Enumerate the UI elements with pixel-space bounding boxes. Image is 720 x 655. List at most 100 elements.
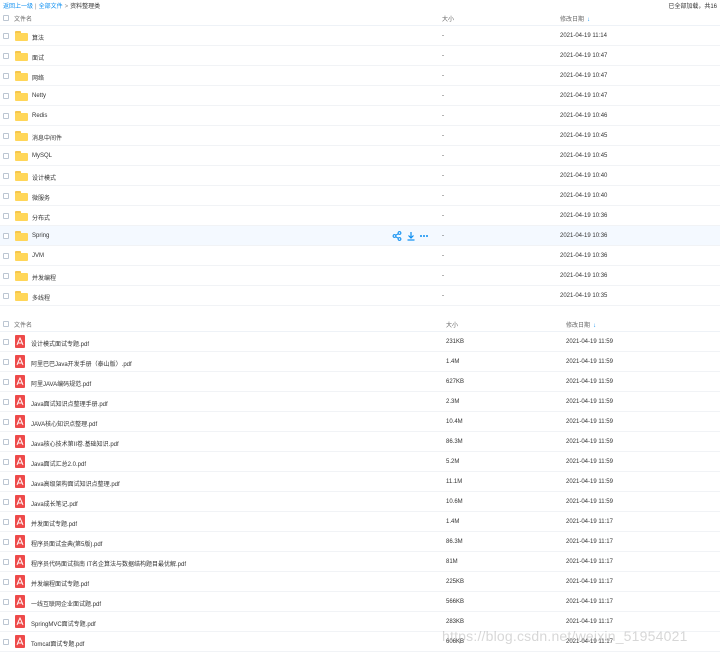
file-row[interactable]: 并发编程面试专题.pdf 225KB 2021-04-19 11:17 [0, 572, 720, 592]
file-row[interactable]: 设计模式面试专题.pdf 231KB 2021-04-19 11:59 [0, 332, 720, 352]
folder-row[interactable]: 消息中间件 - 2021-04-19 10:45 [0, 126, 720, 146]
row-checkbox[interactable] [3, 233, 9, 239]
folder-row[interactable]: Netty - 2021-04-19 10:47 [0, 86, 720, 106]
row-checkbox[interactable] [3, 293, 9, 299]
column-header-name[interactable]: 文件名 [14, 14, 32, 23]
file-name[interactable]: 程序员代码面试指南 IT名企算法与数据结构题目最优解.pdf [31, 559, 186, 568]
file-row[interactable]: 阿里巴巴Java开发手册（泰山版）.pdf 1.4M 2021-04-19 11:5… [0, 352, 720, 372]
file-name[interactable]: 并发面试专题.pdf [31, 519, 77, 528]
row-checkbox[interactable] [3, 539, 9, 545]
select-all-checkbox[interactable] [3, 15, 9, 21]
file-row[interactable]: 程序员代码面试指南 IT名企算法与数据结构题目最优解.pdf 81M 2021-04… [0, 552, 720, 572]
file-row[interactable]: Java成长笔记.pdf 10.6M 2021-04-19 11:59 [0, 492, 720, 512]
folder-row[interactable]: 多线程 - 2021-04-19 10:35 [0, 286, 720, 306]
file-row[interactable]: 阿里JAVA编码规范.pdf 627KB 2021-04-19 11:59 [0, 372, 720, 392]
folder-row[interactable]: 设计模式 - 2021-04-19 10:40 [0, 166, 720, 186]
folder-row[interactable]: Spring - 2021-04-19 10:36 [0, 226, 720, 246]
row-checkbox[interactable] [3, 153, 9, 159]
file-row[interactable]: 一线互联网企业面试题.pdf 566KB 2021-04-19 11:17 [0, 592, 720, 612]
column-header-date[interactable]: 修改日期 ↓ [560, 14, 590, 23]
file-name[interactable]: 程序员面试金典(第5版).pdf [31, 539, 102, 548]
row-checkbox[interactable] [3, 253, 9, 259]
column-header-size[interactable]: 大小 [442, 14, 454, 23]
column-header-name[interactable]: 文件名 [14, 320, 32, 329]
folder-name[interactable]: 算法 [32, 33, 44, 42]
folder-row[interactable]: JVM - 2021-04-19 10:36 [0, 246, 720, 266]
row-checkbox[interactable] [3, 359, 9, 365]
row-checkbox[interactable] [3, 73, 9, 79]
file-row[interactable]: 程序员面试金典(第5版).pdf 86.3M 2021-04-19 11:17 [0, 532, 720, 552]
file-name[interactable]: SpringMVC面试专题.pdf [31, 619, 96, 628]
folder-name[interactable]: 消息中间件 [32, 133, 62, 142]
row-checkbox[interactable] [3, 193, 9, 199]
column-header-date[interactable]: 修改日期 ↓ [566, 320, 596, 329]
select-all-checkbox[interactable] [3, 321, 9, 327]
row-checkbox[interactable] [3, 399, 9, 405]
folder-name[interactable]: Spring [32, 233, 49, 239]
folder-row[interactable]: Redis - 2021-04-19 10:46 [0, 106, 720, 126]
folder-name[interactable]: MySQL [32, 153, 52, 159]
row-checkbox[interactable] [3, 639, 9, 645]
file-row[interactable]: Java面试知识点整理手册.pdf 2.3M 2021-04-19 11:59 [0, 392, 720, 412]
more-icon[interactable] [419, 231, 429, 241]
row-checkbox[interactable] [3, 619, 9, 625]
row-checkbox[interactable] [3, 419, 9, 425]
folder-name[interactable]: 分布式 [32, 213, 50, 222]
file-name[interactable]: 设计模式面试专题.pdf [31, 339, 89, 348]
row-checkbox[interactable] [3, 173, 9, 179]
folder-name[interactable]: Redis [32, 113, 47, 119]
file-row[interactable]: JAVA核心知识点整理.pdf 10.4M 2021-04-19 11:59 [0, 412, 720, 432]
row-checkbox[interactable] [3, 93, 9, 99]
row-checkbox[interactable] [3, 273, 9, 279]
folder-row[interactable]: 算法 - 2021-04-19 11:14 [0, 26, 720, 46]
folder-row[interactable]: MySQL - 2021-04-19 10:45 [0, 146, 720, 166]
row-checkbox[interactable] [3, 459, 9, 465]
folder-name[interactable]: 微服务 [32, 193, 50, 202]
folder-name[interactable]: 并发编程 [32, 273, 56, 282]
file-name[interactable]: JAVA核心知识点整理.pdf [31, 419, 97, 428]
file-name[interactable]: Java高级架构面试知识点整理.pdf [31, 479, 120, 488]
download-icon[interactable] [406, 231, 416, 241]
file-name[interactable]: 一线互联网企业面试题.pdf [31, 599, 101, 608]
folder-name[interactable]: 设计模式 [32, 173, 56, 182]
folder-name[interactable]: 面试 [32, 53, 44, 62]
folder-row[interactable]: 面试 - 2021-04-19 10:47 [0, 46, 720, 66]
row-checkbox[interactable] [3, 379, 9, 385]
row-checkbox[interactable] [3, 53, 9, 59]
folder-row[interactable]: 网络 - 2021-04-19 10:47 [0, 66, 720, 86]
file-name[interactable]: 并发编程面试专题.pdf [31, 579, 89, 588]
share-icon[interactable] [392, 231, 402, 241]
folder-row[interactable]: 分布式 - 2021-04-19 10:36 [0, 206, 720, 226]
sort-down-icon[interactable]: ↓ [593, 323, 596, 329]
folder-name[interactable]: JVM [32, 253, 44, 259]
folder-name[interactable]: Netty [32, 93, 46, 99]
row-checkbox[interactable] [3, 599, 9, 605]
row-checkbox[interactable] [3, 519, 9, 525]
row-checkbox[interactable] [3, 499, 9, 505]
row-checkbox[interactable] [3, 213, 9, 219]
column-header-size[interactable]: 大小 [446, 320, 458, 329]
folder-row[interactable]: 微服务 - 2021-04-19 10:40 [0, 186, 720, 206]
file-row[interactable]: Java面试汇总2.0.pdf 5.2M 2021-04-19 11:59 [0, 452, 720, 472]
row-checkbox[interactable] [3, 559, 9, 565]
file-row[interactable]: Java核心技术第II卷.基础知识.pdf 86.3M 2021-04-19 11:… [0, 432, 720, 452]
row-checkbox[interactable] [3, 339, 9, 345]
row-checkbox[interactable] [3, 439, 9, 445]
sort-down-icon[interactable]: ↓ [587, 17, 590, 23]
file-name[interactable]: Java核心技术第II卷.基础知识.pdf [31, 439, 119, 448]
file-name[interactable]: Java成长笔记.pdf [31, 499, 78, 508]
folder-name[interactable]: 网络 [32, 73, 44, 82]
row-checkbox[interactable] [3, 133, 9, 139]
file-row[interactable]: Java高级架构面试知识点整理.pdf 11.1M 2021-04-19 11:59 [0, 472, 720, 492]
file-name[interactable]: 阿里巴巴Java开发手册（泰山版）.pdf [31, 359, 132, 368]
row-checkbox[interactable] [3, 479, 9, 485]
row-checkbox[interactable] [3, 579, 9, 585]
file-name[interactable]: 阿里JAVA编码规范.pdf [31, 379, 91, 388]
folder-name[interactable]: 多线程 [32, 293, 50, 302]
folder-row[interactable]: 并发编程 - 2021-04-19 10:36 [0, 266, 720, 286]
file-name[interactable]: Java面试知识点整理手册.pdf [31, 399, 108, 408]
row-checkbox[interactable] [3, 33, 9, 39]
file-row[interactable]: 并发面试专题.pdf 1.4M 2021-04-19 11:17 [0, 512, 720, 532]
file-name[interactable]: Java面试汇总2.0.pdf [31, 459, 86, 468]
row-checkbox[interactable] [3, 113, 9, 119]
